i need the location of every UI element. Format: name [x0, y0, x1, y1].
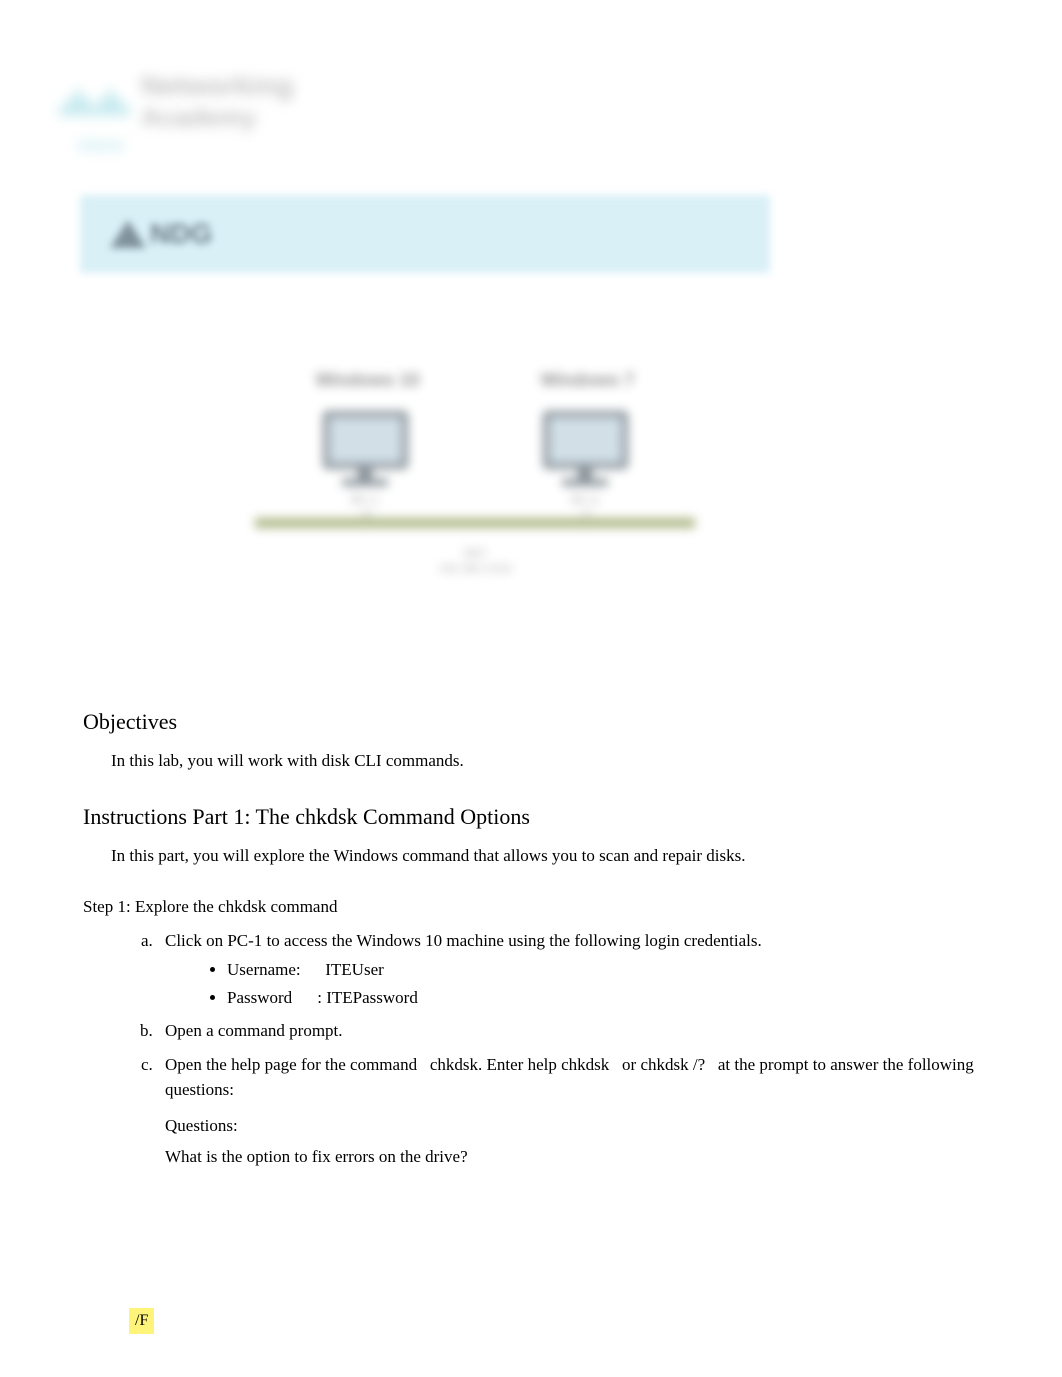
- step1-c-mid1: . Enter: [478, 1055, 528, 1074]
- password-label: Password: [227, 985, 313, 1011]
- username-row: Username: ITEUser: [227, 957, 1002, 983]
- pc1-icon: PC-1 .10: [310, 411, 420, 506]
- diagram-col1-label: Windows 10: [316, 370, 420, 391]
- objectives-title: Objectives: [83, 705, 1002, 738]
- step1-a-pc: PC-1: [227, 931, 262, 950]
- document-content: Objectives In this lab, you will work wi…: [83, 705, 1002, 1334]
- cisco-signal-icon: [60, 88, 129, 116]
- logo-line1: Networking: [141, 70, 293, 102]
- ndg-text: NDG: [150, 218, 212, 250]
- step1-item-a: Click on PC-1 to access the Windows 10 m…: [157, 928, 1002, 1011]
- objectives-text: In this lab, you will work with disk CLI…: [111, 748, 1002, 774]
- username-value: ITEUser: [325, 960, 384, 979]
- question-1: What is the option to fix errors on the …: [165, 1144, 1002, 1170]
- instructions-title: Instructions Part 1: The chkdsk Command …: [83, 800, 1002, 833]
- network-line: [255, 518, 695, 528]
- cisco-logo-area: Networking Academy cisco: [60, 70, 380, 160]
- answer-highlight: /F: [129, 1308, 154, 1334]
- logo-text: Networking Academy: [141, 70, 293, 133]
- instructions-intro: In this part, you will explore the Windo…: [111, 843, 1002, 869]
- pc2-name: PC-2: [530, 492, 640, 508]
- logo-line2: Academy: [141, 102, 293, 133]
- ndg-logo: NDG: [110, 214, 240, 254]
- net-label: NET: [255, 546, 695, 561]
- step1-item-b: Open a command prompt.: [157, 1018, 1002, 1044]
- step1-c-mid2: or: [618, 1055, 641, 1074]
- step1-c-prefix: Open the help page for the command: [165, 1055, 421, 1074]
- step1-a-suffix: to access the Windows 10 machine using t…: [262, 931, 761, 950]
- step1-list: Click on PC-1 to access the Windows 10 m…: [129, 928, 1002, 1170]
- diagram-col2-label: Windows 7: [541, 370, 635, 391]
- step1-title: Step 1: Explore the chkdsk command: [83, 894, 1002, 920]
- password-row: Password : ITEPassword: [227, 985, 1002, 1011]
- triangle-icon: [110, 220, 146, 248]
- password-sep: :: [317, 988, 326, 1007]
- step1-a-prefix: Click on: [165, 931, 227, 950]
- step1-c-cmd2: help chkdsk: [528, 1055, 610, 1074]
- net-sublabel: 192.168.1.0/24: [255, 561, 695, 576]
- step1-c-cmd3: chkdsk /?: [640, 1055, 705, 1074]
- credentials-list: Username: ITEUser Password : ITEPassword: [227, 957, 1002, 1010]
- pc1-name: PC-1: [310, 492, 420, 508]
- ndg-banner: NDG: [80, 195, 770, 273]
- step1-c-cmd1: chkdsk: [430, 1055, 478, 1074]
- cisco-brand-label: cisco: [78, 137, 380, 155]
- questions-label: Questions:: [165, 1113, 1002, 1139]
- network-diagram: Windows 10 Windows 7 PC-1 .10 PC-2 .11 N…: [255, 370, 695, 670]
- pc2-icon: PC-2 .11: [530, 411, 640, 506]
- password-value: ITEPassword: [326, 988, 418, 1007]
- step1-item-c: Open the help page for the command chkds…: [157, 1052, 1002, 1170]
- username-label: Username:: [227, 957, 313, 983]
